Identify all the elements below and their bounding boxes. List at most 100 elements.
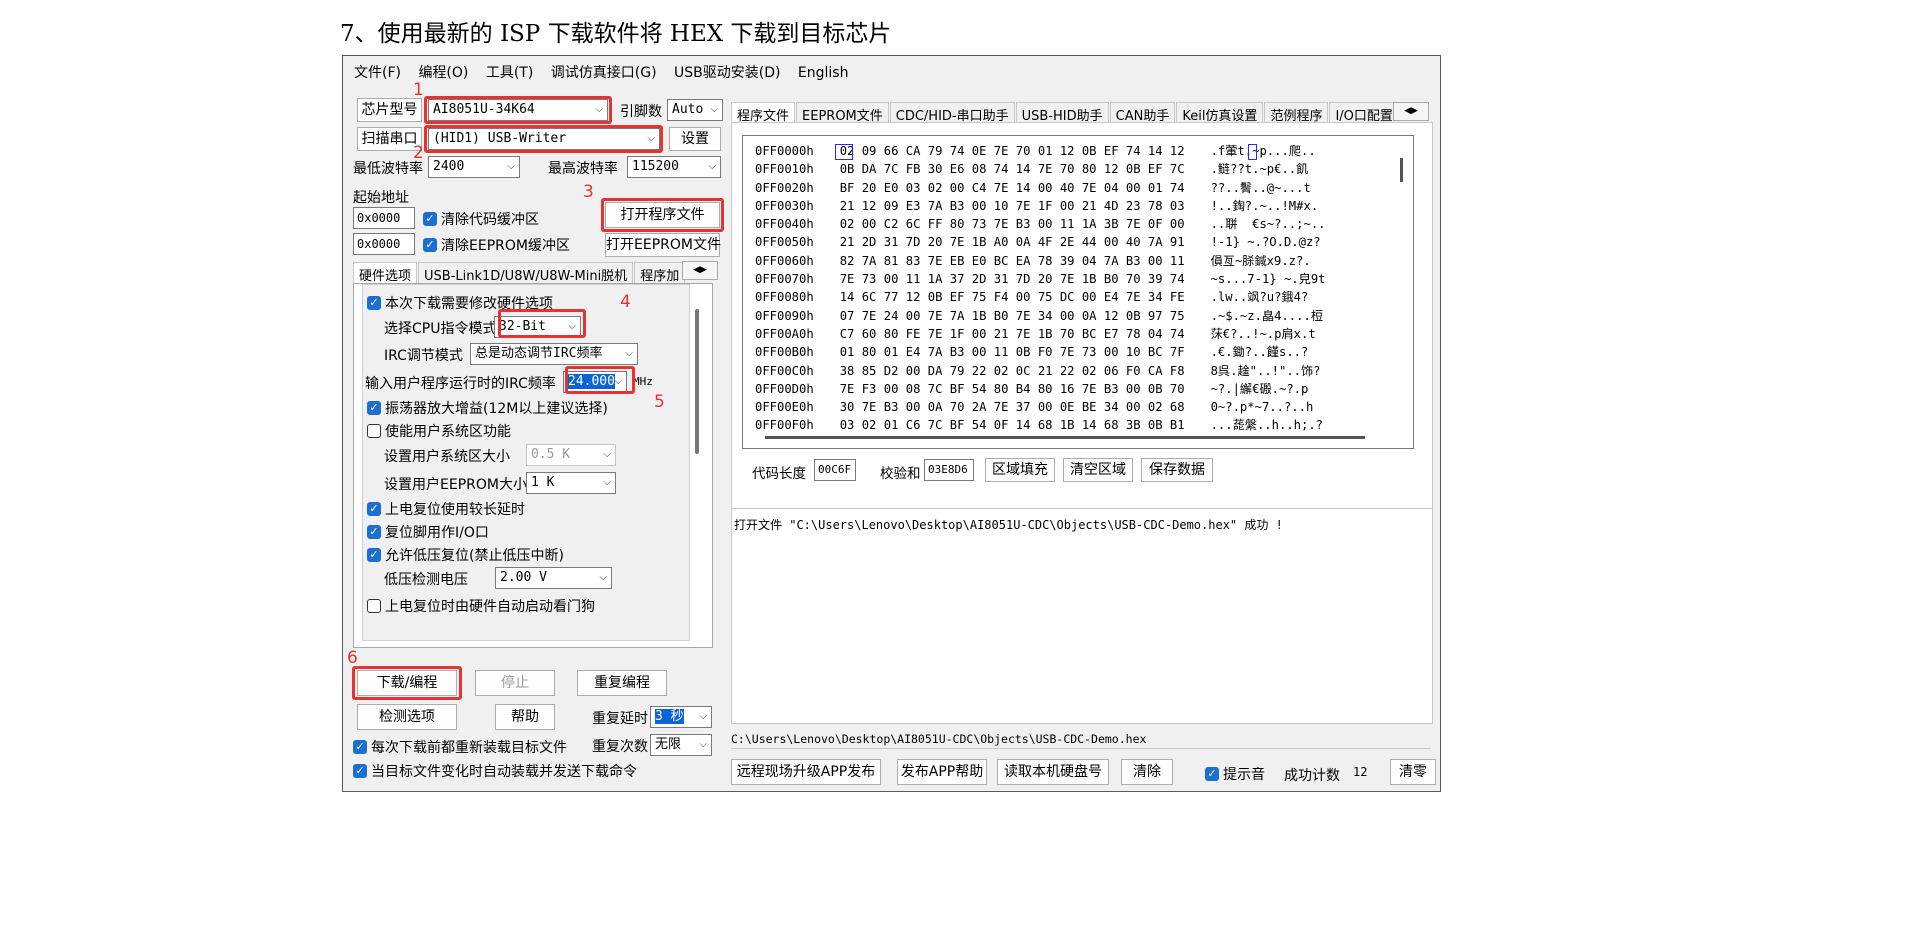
port-settings-button[interactable]: 设置 xyxy=(669,127,721,151)
right-tab-scroll-buttons[interactable]: ◀▶ xyxy=(1393,102,1429,121)
menu-tools[interactable]: 工具(T) xyxy=(486,65,533,81)
menu-english[interactable]: English xyxy=(798,65,849,81)
min-baud-select[interactable]: 2400 ⌵ xyxy=(428,156,520,178)
chevron-down-icon: ⌵ xyxy=(708,161,716,172)
hex-row: 0FF0070h 7E 73 00 11 1A 37 2D 31 7D 20 7E… xyxy=(755,270,1326,288)
checkmark-icon: ✓ xyxy=(353,740,367,754)
pins-select[interactable]: Auto ⌵ xyxy=(667,99,723,121)
eeprom-size-select[interactable]: 1 K ⌵ xyxy=(526,472,616,494)
chevron-down-icon: ⌵ xyxy=(710,104,718,115)
chevron-down-icon: ⌵ xyxy=(603,477,611,488)
watchdog-auto-start-checkbox[interactable]: 上电复位时由硬件自动启动看门狗 xyxy=(367,596,595,616)
allow-low-voltage-reset-label: 允许低压复位(禁止低压中断) xyxy=(385,548,564,564)
hex-bytes: 02 00 C2 6C FF 80 73 7E B3 00 11 1A 3B 7… xyxy=(839,217,1185,232)
checkmark-icon: ✓ xyxy=(367,525,381,539)
repeat-count-select[interactable]: 无限 ⌵ xyxy=(650,734,712,756)
annotation-box-chip xyxy=(424,96,612,124)
allow-low-voltage-reset-checkbox[interactable]: ✓ 允许低压复位(禁止低压中断) xyxy=(367,545,564,565)
save-data-button[interactable]: 保存数据 xyxy=(1141,458,1213,482)
irc-mode-value: 总是动态调节IRC频率 xyxy=(475,346,603,361)
menu-usb-driver[interactable]: USB驱动安装(D) xyxy=(674,65,780,81)
clear-eeprom-buffer-label: 清除EEPROM缓冲区 xyxy=(441,238,570,254)
read-disk-id-button[interactable]: 读取本机硬盘号 xyxy=(997,759,1109,785)
hex-address: 0FF0040h xyxy=(755,217,814,232)
code-length-label: 代码长度 xyxy=(752,466,806,482)
system-area-size-select[interactable]: 0.5 K ⌵ xyxy=(526,444,616,466)
clear-code-buffer-checkbox[interactable]: ✓ 清除代码缓冲区 xyxy=(423,209,539,229)
max-baud-select[interactable]: 115200 ⌵ xyxy=(627,156,721,178)
log-text: 打开文件 "C:\Users\Lenovo\Desktop\AI8051U-CD… xyxy=(734,518,1283,532)
prompt-sound-label: 提示音 xyxy=(1223,767,1265,783)
repeat-delay-label: 重复延时 xyxy=(592,711,648,727)
annotation-box-open-file xyxy=(601,198,724,232)
hex-address: 0FF0050h xyxy=(755,235,814,250)
repeat-program-button[interactable]: 重复编程 xyxy=(577,670,667,696)
hex-row: 0FF0050h 21 2D 31 7D 20 7E 1B A0 0A 4F 2E… xyxy=(755,233,1326,251)
hex-bytes: 30 7E B3 00 0A 70 2A 7E 37 00 0E BE 34 0… xyxy=(839,400,1185,415)
reset-pin-io-checkbox[interactable]: ✓ 复位脚用作I/O口 xyxy=(367,522,489,542)
eeprom-start-address-input[interactable]: 0x0000 xyxy=(353,233,415,255)
help-button[interactable]: 帮助 xyxy=(495,704,555,730)
chevron-down-icon: ⌵ xyxy=(625,348,633,359)
open-eeprom-file-button[interactable]: 打开EEPROM文件 xyxy=(605,233,721,257)
auto-reload-checkbox[interactable]: ✓ 当目标文件变化时自动装载并发送下载命令 xyxy=(353,761,637,781)
menu-bar: 文件(F) 编程(O) 工具(T) 调试仿真接口(G) USB驱动安装(D) E… xyxy=(354,62,861,82)
hex-address: 0FF00E0h xyxy=(755,400,814,415)
chevron-down-icon: ⌵ xyxy=(603,449,611,460)
chip-model-button[interactable]: 芯片型号 xyxy=(357,98,422,122)
code-start-address-input[interactable]: 0x0000 xyxy=(353,207,415,229)
hex-ascii: ??..鬌..@~...t xyxy=(1210,180,1311,195)
hex-bytes: C7 60 80 FE 7E 1F 00 21 7E 1B 70 BC E7 7… xyxy=(839,326,1185,341)
enable-system-area-checkbox[interactable]: 使能用户系统区功能 xyxy=(367,421,511,441)
stop-button[interactable]: 停止 xyxy=(475,670,555,696)
hex-row: 0FF0090h 07 7E 24 00 7E 7A 1B B0 7E 34 00… xyxy=(755,307,1326,325)
clear-log-button[interactable]: 清除 xyxy=(1121,759,1173,785)
annotation-box-port xyxy=(424,125,663,153)
tab-scroll-buttons[interactable]: ◀▶ xyxy=(682,261,718,280)
clear-eeprom-buffer-checkbox[interactable]: ✓ 清除EEPROM缓冲区 xyxy=(423,235,570,255)
chevron-down-icon: ⌵ xyxy=(699,711,707,722)
menu-debug-interface[interactable]: 调试仿真接口(G) xyxy=(551,65,657,81)
clear-area-button[interactable]: 清空区域 xyxy=(1063,458,1133,482)
power-reset-delay-checkbox[interactable]: ✓ 上电复位使用较长延时 xyxy=(367,499,525,519)
remote-upgrade-button[interactable]: 远程现场升级APP发布 xyxy=(731,759,881,785)
irc-frequency-label: 输入用户程序运行时的IRC频率 xyxy=(365,376,556,392)
menu-file[interactable]: 文件(F) xyxy=(354,65,401,81)
reload-each-time-checkbox[interactable]: ✓ 每次下载前都重新装载目标文件 xyxy=(353,737,567,757)
log-area[interactable]: 打开文件 "C:\Users\Lenovo\Desktop\AI8051U-CD… xyxy=(731,508,1433,724)
area-fill-button[interactable]: 区域填充 xyxy=(985,458,1055,482)
reset-count-button[interactable]: 清零 xyxy=(1390,759,1436,785)
hex-row: 0FF00B0h 01 80 01 E4 7A B3 00 11 0B F0 7E… xyxy=(755,343,1326,361)
low-voltage-detect-select[interactable]: 2.00 V ⌵ xyxy=(495,567,612,589)
divider xyxy=(731,748,1431,749)
hex-address: 0FF00F0h xyxy=(755,418,814,433)
prompt-sound-checkbox[interactable]: ✓ 提示音 xyxy=(1205,764,1265,784)
checkmark-icon: ✓ xyxy=(367,296,381,310)
checkmark-icon: ✓ xyxy=(353,764,367,778)
hex-bytes: 7E F3 00 08 7C BF 54 80 B4 80 16 7E B3 0… xyxy=(839,381,1185,396)
start-address-label: 起始地址 xyxy=(353,190,409,206)
irc-frequency-unit: MHz xyxy=(633,375,653,388)
hex-ascii: 8呉.趛"..!"..饰? xyxy=(1210,363,1321,378)
hex-view[interactable]: 0FF0000h 02 09 66 CA 79 74 0E 7E 70 01 12… xyxy=(742,135,1414,449)
hex-view-scrollbar[interactable] xyxy=(1400,158,1403,182)
hex-ascii: !-1} ~.?O.D.@z? xyxy=(1210,235,1321,250)
annotation-box-cpu-mode xyxy=(498,309,586,338)
chevron-down-icon: ⌵ xyxy=(507,161,515,172)
repeat-delay-select[interactable]: 3 秒 ⌵ xyxy=(650,706,712,728)
low-voltage-detect-label: 低压检测电压 xyxy=(384,572,468,588)
publish-app-help-button[interactable]: 发布APP帮助 xyxy=(897,759,987,785)
menu-program[interactable]: 编程(O) xyxy=(418,65,468,81)
enable-system-area-label: 使能用户系统区功能 xyxy=(385,424,511,440)
oscillator-gain-checkbox[interactable]: ✓ 振荡器放大增益(12M以上建议选择) xyxy=(367,398,608,418)
hex-ascii: .~$.~z.皛4....梪 xyxy=(1210,308,1324,323)
hardware-options-scrollbar[interactable] xyxy=(695,309,699,454)
hex-address: 0FF00A0h xyxy=(755,326,814,341)
reload-each-time-label: 每次下载前都重新装载目标文件 xyxy=(371,740,567,756)
watchdog-auto-start-label: 上电复位时由硬件自动启动看门狗 xyxy=(385,599,595,615)
hex-row: 0FF00F0h 03 02 01 C6 7C BF 54 0F 14 68 1B… xyxy=(755,416,1326,434)
check-options-button[interactable]: 检测选项 xyxy=(357,704,457,730)
hex-view-hscrollbar[interactable] xyxy=(765,436,1365,439)
irc-mode-select[interactable]: 总是动态调节IRC频率 ⌵ xyxy=(470,343,638,365)
hex-ascii: 莯€?..!~.p肩x.t xyxy=(1210,326,1316,341)
